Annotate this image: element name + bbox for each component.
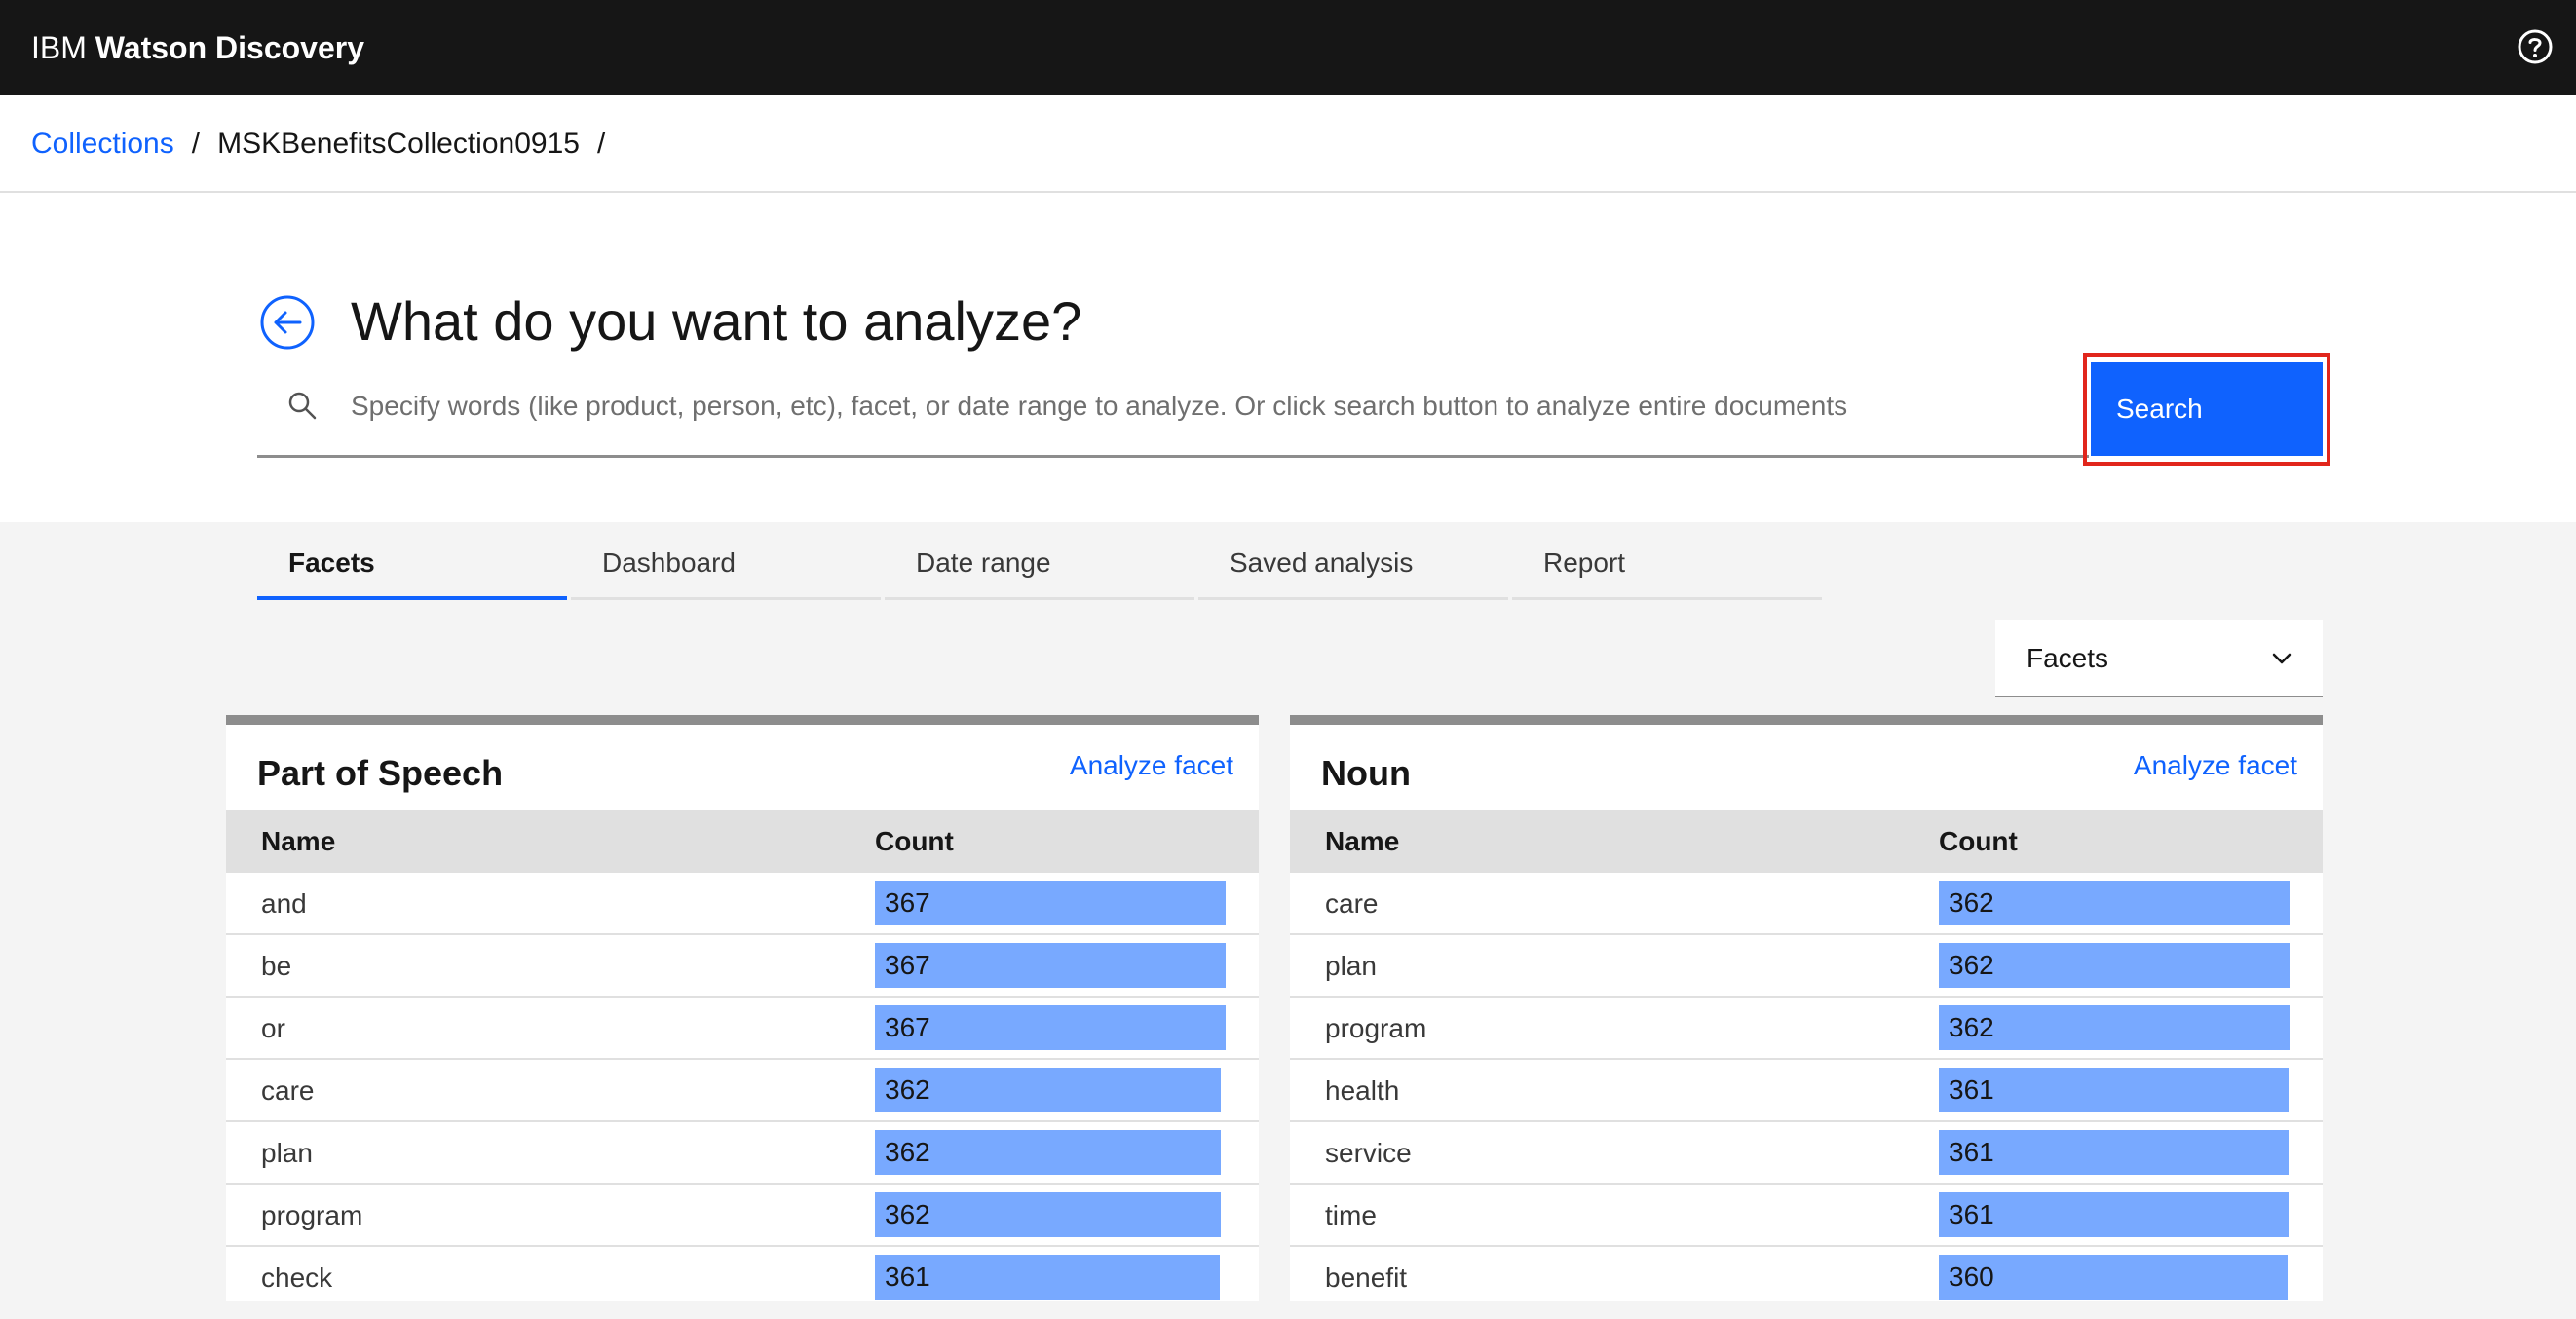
analyze-facet-link[interactable]: Analyze facet: [2134, 748, 2297, 783]
breadcrumb-collections-link[interactable]: Collections: [31, 127, 174, 162]
breadcrumb: Collections / MSKBenefitsCollection0915 …: [31, 127, 605, 162]
search-icon: [288, 392, 317, 420]
count-value: 360: [1949, 1262, 1994, 1292]
breadcrumb-separator: /: [596, 128, 606, 160]
table-row[interactable]: health 361: [1290, 1060, 2323, 1122]
search-field-container: [257, 366, 2089, 458]
chevron-down-icon: [2272, 653, 2292, 664]
table-row[interactable]: time 361: [1290, 1185, 2323, 1247]
table-row[interactable]: care 362: [226, 1060, 1259, 1122]
table-row[interactable]: care 362: [1290, 873, 2323, 935]
row-name: benefit: [1325, 1262, 1408, 1293]
analyze-facet-link[interactable]: Analyze facet: [1070, 748, 1233, 783]
facet-card-noun: Noun Analyze facet Name Count care 362 pl…: [1290, 715, 2323, 1301]
row-name: time: [1325, 1200, 1377, 1230]
table-row[interactable]: plan 362: [226, 1122, 1259, 1185]
count-value: 367: [885, 1012, 930, 1042]
count-value: 362: [885, 1074, 930, 1105]
count-value: 362: [885, 1199, 930, 1229]
count-value: 367: [885, 887, 930, 918]
count-value: 361: [885, 1262, 930, 1292]
search-button[interactable]: Search: [2091, 362, 2323, 456]
table-row[interactable]: benefit 360: [1290, 1247, 2323, 1301]
count-value: 362: [885, 1137, 930, 1167]
row-name: health: [1325, 1075, 1400, 1106]
analysis-tabs: Facets Dashboard Date range Saved analys…: [257, 526, 1826, 600]
facets-dropdown[interactable]: Facets: [1995, 620, 2323, 697]
count-column-header: Count: [875, 826, 954, 856]
table-row[interactable]: be 367: [226, 935, 1259, 998]
table-row[interactable]: program 362: [226, 1185, 1259, 1247]
facet-table-header: Name Count: [226, 810, 1259, 873]
count-value: 362: [1949, 950, 1994, 980]
brand-name: Watson Discovery: [95, 30, 365, 65]
count-column-header: Count: [1939, 826, 2018, 856]
tab-report[interactable]: Report: [1512, 526, 1822, 600]
facet-table-body: care 362 plan 362 program 362 health 361 ser…: [1290, 873, 2323, 1301]
name-column-header: Name: [1325, 826, 1400, 856]
table-row[interactable]: and 367: [226, 873, 1259, 935]
row-name: be: [261, 951, 292, 981]
row-name: care: [261, 1075, 315, 1106]
table-row[interactable]: service 361: [1290, 1122, 2323, 1185]
tab-date-range[interactable]: Date range: [885, 526, 1194, 600]
table-row[interactable]: check 361: [226, 1247, 1259, 1301]
tab-dashboard[interactable]: Dashboard: [571, 526, 881, 600]
analyze-search-input[interactable]: [351, 380, 2065, 433]
breadcrumb-separator: /: [191, 128, 201, 160]
facet-card-part-of-speech: Part of Speech Analyze facet Name Count …: [226, 715, 1259, 1301]
count-value: 367: [885, 950, 930, 980]
count-value: 361: [1949, 1074, 1994, 1105]
back-arrow-icon[interactable]: [259, 294, 316, 351]
top-navigation-bar: IBM Watson Discovery: [0, 0, 2576, 95]
table-row[interactable]: or 367: [226, 998, 1259, 1060]
analyze-search-panel: What do you want to analyze? Search: [0, 193, 2576, 522]
row-name: program: [1325, 1013, 1427, 1043]
help-icon[interactable]: [2516, 27, 2555, 66]
tab-facets[interactable]: Facets: [257, 526, 567, 600]
row-name: care: [1325, 888, 1379, 919]
breadcrumb-collection-name: MSKBenefitsCollection0915: [217, 128, 580, 160]
row-name: and: [261, 888, 307, 919]
table-row[interactable]: program 362: [1290, 998, 2323, 1060]
count-value: 362: [1949, 1012, 1994, 1042]
breadcrumb-bar: Collections / MSKBenefitsCollection0915 …: [0, 95, 2576, 193]
row-name: check: [261, 1262, 333, 1293]
brand-prefix: IBM: [31, 30, 87, 65]
row-name: program: [261, 1200, 363, 1230]
facet-card-title: Noun: [1321, 753, 1411, 793]
facet-card-title: Part of Speech: [257, 753, 504, 793]
row-name: or: [261, 1013, 285, 1043]
count-value: 361: [1949, 1199, 1994, 1229]
tab-saved-analysis[interactable]: Saved analysis: [1198, 526, 1508, 600]
count-value: 361: [1949, 1137, 1994, 1167]
row-name: service: [1325, 1138, 1412, 1168]
facet-table-header: Name Count: [1290, 810, 2323, 873]
table-row[interactable]: plan 362: [1290, 935, 2323, 998]
facets-dropdown-value: Facets: [2027, 643, 2109, 673]
facet-table-body: and 367 be 367 or 367 care 362 plan 362 progr…: [226, 873, 1259, 1301]
row-name: plan: [261, 1138, 313, 1168]
name-column-header: Name: [261, 826, 336, 856]
page-title: What do you want to analyze?: [351, 290, 1082, 352]
product-brand[interactable]: IBM Watson Discovery: [31, 29, 364, 66]
row-name: plan: [1325, 951, 1377, 981]
count-value: 362: [1949, 887, 1994, 918]
